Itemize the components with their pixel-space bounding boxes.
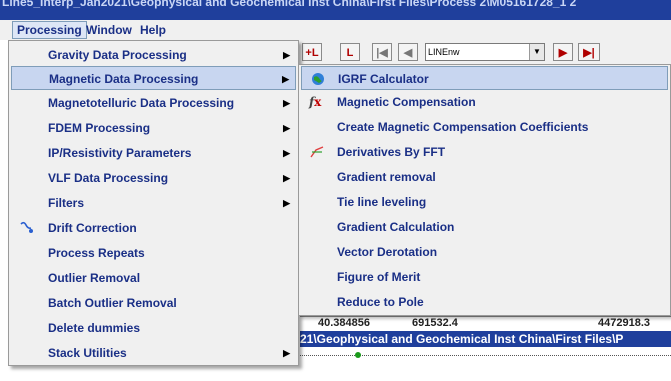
menu-item-label: Delete dummies	[48, 321, 141, 335]
menu-item-label: Outlier Removal	[48, 271, 141, 285]
menu-item-drift-correction[interactable]: Drift Correction	[11, 216, 296, 240]
submenu-item-gradient-removal[interactable]: Gradient removal	[301, 165, 668, 189]
submenu-item-derivatives-by-fft[interactable]: Derivatives By FFT	[301, 140, 668, 164]
submenu-arrow-icon: ▶	[283, 98, 290, 108]
submenu-arrow-icon: ▶	[283, 348, 290, 358]
menu-item-label: Drift Correction	[48, 221, 137, 235]
menu-item-fdem-processing[interactable]: FDEM Processing ▶	[11, 116, 296, 140]
submenu-arrow-icon: ▶	[283, 198, 290, 208]
menu-item-filters[interactable]: Filters ▶	[11, 191, 296, 215]
menu-item-stack-utilities[interactable]: Stack Utilities ▶	[11, 341, 296, 365]
menu-item-vlf-data-processing[interactable]: VLF Data Processing ▶	[11, 166, 296, 190]
menu-item-label: Derivatives By FFT	[337, 145, 446, 159]
menu-item-label: Create Magnetic Compensation Coefficient…	[337, 120, 589, 134]
processing-menu: Gravity Data Processing ▶ Magnetic Data …	[8, 40, 299, 366]
drift-correction-icon	[19, 220, 35, 236]
menu-item-batch-outlier-removal[interactable]: Batch Outlier Removal	[11, 291, 296, 315]
menu-item-label: Gravity Data Processing	[48, 48, 187, 62]
menu-item-process-repeats[interactable]: Process Repeats	[11, 241, 296, 265]
submenu-item-igrf-calculator[interactable]: IGRF Calculator	[301, 66, 668, 90]
toolbar: +L L |◀ ◀ LINEnw ▼ ▶ ▶|	[290, 40, 671, 67]
previous-line-button[interactable]: ◀	[398, 43, 418, 61]
menu-item-label: Filters	[48, 196, 85, 210]
menu-item-label: Magnetic Compensation	[337, 95, 476, 109]
menu-item-label: IGRF Calculator	[338, 72, 429, 86]
menu-item-outlier-removal[interactable]: Outlier Removal	[11, 266, 296, 290]
data-point-marker	[355, 352, 361, 358]
submenu-item-create-magnetic-compensation-coefficients[interactable]: Create Magnetic Compensation Coefficient…	[301, 115, 668, 139]
submenu-arrow-icon: ▶	[283, 173, 290, 183]
submenu-arrow-icon: ▶	[283, 148, 290, 158]
menu-item-label: IP/Resistivity Parameters	[48, 146, 192, 160]
submenu-arrow-icon: ▶	[282, 74, 289, 84]
menu-item-gravity-data-processing[interactable]: Gravity Data Processing ▶	[11, 43, 296, 67]
submenu-item-magnetic-compensation[interactable]: fx Magnetic Compensation	[301, 90, 668, 114]
menu-bar: Processing Window Help	[0, 20, 671, 40]
magnetic-processing-submenu: IGRF Calculator fx Magnetic Compensation…	[298, 64, 671, 316]
window-title: Line5_Interp_Jan2021\Geophysical and Geo…	[2, 0, 577, 9]
menu-item-label: Gradient Calculation	[337, 220, 455, 234]
menu-item-label: Stack Utilities	[48, 346, 127, 360]
submenu-item-gradient-calculation[interactable]: Gradient Calculation	[301, 215, 668, 239]
window-title-bar: Line5_Interp_Jan2021\Geophysical and Geo…	[0, 0, 671, 20]
line-select[interactable]: LINEnw ▼	[425, 43, 545, 61]
submenu-item-figure-of-merit[interactable]: Figure of Merit	[301, 265, 668, 289]
line-select-value: LINEnw	[428, 47, 460, 57]
data-cell: 4472918.3	[598, 317, 650, 329]
menu-item-label: Vector Derotation	[337, 245, 438, 259]
menu-item-label: Figure of Merit	[337, 270, 421, 284]
menu-item-label: Magnetotelluric Data Processing	[48, 96, 235, 110]
add-line-button[interactable]: +L	[302, 43, 322, 61]
globe-icon	[310, 71, 326, 87]
submenu-item-reduce-to-pole[interactable]: Reduce to Pole	[301, 290, 668, 314]
line-button[interactable]: L	[340, 43, 360, 61]
first-line-button[interactable]: |◀	[372, 43, 392, 61]
menu-item-delete-dummies[interactable]: Delete dummies	[11, 316, 296, 340]
menu-item-ip-resistivity-parameters[interactable]: IP/Resistivity Parameters ▶	[11, 141, 296, 165]
menu-item-label: Process Repeats	[48, 246, 145, 260]
menu-item-label: Reduce to Pole	[337, 295, 424, 309]
menu-window[interactable]: Window	[82, 22, 136, 38]
menu-item-label: Batch Outlier Removal	[48, 296, 177, 310]
last-line-button[interactable]: ▶|	[578, 43, 600, 61]
data-cell: 40.384856	[318, 317, 370, 329]
submenu-arrow-icon: ▶	[283, 50, 290, 60]
menu-item-label: Tie line leveling	[337, 195, 427, 209]
menu-item-label: FDEM Processing	[48, 121, 151, 135]
submenu-item-tie-line-leveling[interactable]: Tie line leveling	[301, 190, 668, 214]
chevron-down-icon[interactable]: ▼	[529, 44, 544, 60]
submenu-arrow-icon: ▶	[283, 123, 290, 133]
child-window-title: 21\Geophysical and Geochemical Inst Chin…	[300, 331, 671, 347]
menu-item-magnetotelluric-data-processing[interactable]: Magnetotelluric Data Processing ▶	[11, 91, 296, 115]
menu-item-label: Gradient removal	[337, 170, 436, 184]
menu-help[interactable]: Help	[136, 22, 170, 38]
menu-processing[interactable]: Processing	[12, 21, 87, 39]
menu-item-magnetic-data-processing[interactable]: Magnetic Data Processing ▶	[11, 66, 296, 90]
data-row: 40.384856 691532.4 4472918.3	[300, 316, 671, 331]
function-icon: fx	[309, 95, 322, 109]
submenu-item-vector-derotation[interactable]: Vector Derotation	[301, 240, 668, 264]
data-cell: 691532.4	[412, 317, 458, 329]
menu-item-label: VLF Data Processing	[48, 171, 169, 185]
next-line-button[interactable]: ▶	[553, 43, 573, 61]
derivative-icon	[309, 144, 325, 160]
menu-item-label: Magnetic Data Processing	[49, 72, 199, 86]
